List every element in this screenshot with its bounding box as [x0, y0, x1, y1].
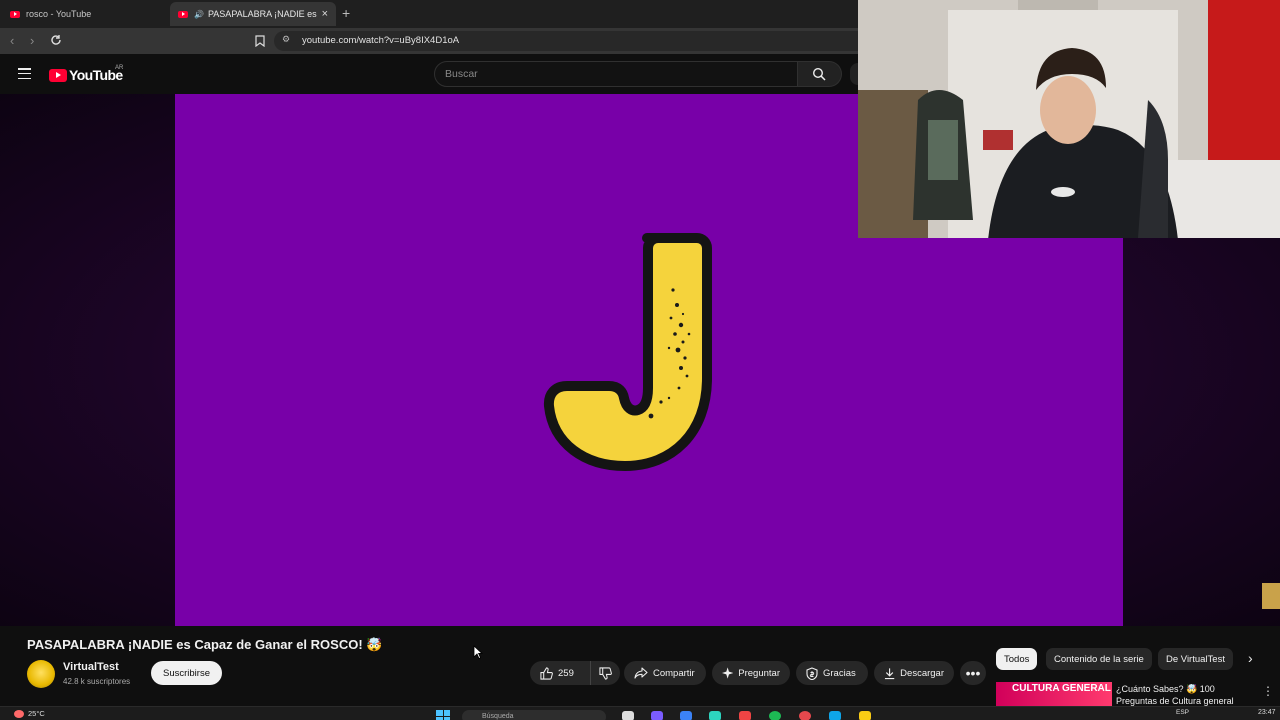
tab-title: rosco - YouTube: [26, 9, 92, 19]
youtube-masthead: YouTube AR Buscar: [0, 54, 858, 94]
thumbs-up-icon: [540, 666, 553, 680]
super-thanks-icon: [806, 666, 818, 680]
site-info-icon[interactable]: ⚙: [282, 34, 290, 45]
youtube-favicon-icon: [178, 10, 188, 18]
recommended-video-thumbnail[interactable]: CULTURA GENERAL: [996, 682, 1112, 706]
forward-arrow-icon[interactable]: ›: [30, 33, 34, 48]
download-button[interactable]: Descargar: [874, 661, 954, 685]
clock[interactable]: 23:47: [1258, 709, 1276, 716]
chip-all[interactable]: Todos: [996, 648, 1038, 670]
back-arrow-icon[interactable]: ‹: [10, 33, 14, 48]
video-title: PASAPALABRA ¡NADIE es Capaz de Ganar el …: [27, 637, 383, 652]
language-indicator[interactable]: ESP: [1176, 709, 1189, 716]
sparkle-icon: [722, 667, 734, 679]
like-count: 259: [558, 667, 574, 679]
taskbar-search-placeholder: Búsqueda: [482, 713, 514, 720]
weather-widget[interactable]: 25°C: [14, 709, 45, 718]
channel-avatar[interactable]: [27, 660, 55, 688]
recommended-video-menu-icon[interactable]: ⋮: [1262, 684, 1274, 698]
weather-icon: [14, 709, 24, 718]
thanks-button[interactable]: Gracias: [796, 661, 868, 685]
browser-tab-strip: rosco - YouTube 🔊 PASAPALABRA ¡NADIE es …: [0, 0, 858, 28]
address-bar[interactable]: ⚙ youtube.com/watch?v=uBy8IX4D1oA: [274, 31, 858, 51]
channel-name[interactable]: VirtualTest: [63, 661, 119, 673]
bookmark-icon[interactable]: [255, 35, 265, 47]
url-text: youtube.com/watch?v=uBy8IX4D1oA: [302, 35, 460, 46]
recommended-video-title[interactable]: ¿Cuánto Sabes? 🤯 100 Preguntas de Cultur…: [1116, 683, 1246, 707]
close-tab-icon[interactable]: ×: [322, 8, 328, 20]
app-icon[interactable]: [709, 711, 721, 720]
webcam-overlay: [858, 0, 1280, 238]
share-arrow-icon: [634, 667, 648, 679]
ask-label: Preguntar: [738, 667, 780, 679]
thumbs-down-icon: [599, 666, 612, 680]
chips-next-arrow-icon[interactable]: ›: [1248, 650, 1253, 666]
windows-taskbar: 25°C Búsqueda ESP 23:47: [0, 706, 1280, 720]
share-button[interactable]: Compartir: [624, 661, 706, 685]
app-icon[interactable]: [829, 711, 841, 720]
tab-title: PASAPALABRA ¡NADIE es Cap: [207, 9, 318, 19]
chip-series-content[interactable]: Contenido de la serie: [1046, 648, 1152, 670]
speaker-icon: 🔊: [194, 9, 204, 19]
new-tab-button[interactable]: +: [342, 5, 350, 21]
temperature: 25°C: [28, 709, 45, 718]
taskbar-search-input[interactable]: Búsqueda: [462, 710, 606, 720]
mouse-cursor-icon: [473, 645, 483, 659]
reload-icon[interactable]: [50, 34, 62, 46]
youtube-play-logo-icon: [49, 68, 67, 82]
task-view-icon[interactable]: [622, 711, 634, 720]
search-input[interactable]: Buscar: [434, 61, 798, 87]
thumbnail-text: CULTURA GENERAL: [1012, 683, 1111, 694]
app-icon[interactable]: [680, 711, 692, 720]
browser-tab-pasapalabra[interactable]: 🔊 PASAPALABRA ¡NADIE es Cap ×: [170, 2, 336, 26]
download-label: Descargar: [900, 667, 944, 679]
subscribe-button[interactable]: Suscribirse: [151, 661, 222, 685]
video-info-section: PASAPALABRA ¡NADIE es Capaz de Ganar el …: [0, 626, 1280, 706]
region-code: AR: [115, 65, 124, 71]
browser-toolbar: ‹ › ⚙ youtube.com/watch?v=uBy8IX4D1oA: [0, 28, 858, 54]
side-thumbnail-edge[interactable]: [1262, 583, 1280, 609]
search-button[interactable]: [798, 61, 842, 87]
voice-search-button[interactable]: [850, 63, 858, 85]
dislike-button[interactable]: [590, 661, 620, 685]
spotify-icon[interactable]: [769, 711, 781, 720]
youtube-favicon-icon: [10, 10, 20, 18]
search-icon: [812, 67, 826, 81]
thanks-label: Gracias: [823, 667, 856, 679]
chrome-icon[interactable]: [799, 711, 811, 720]
more-actions-button[interactable]: •••: [960, 661, 986, 685]
share-label: Compartir: [653, 667, 695, 679]
download-icon: [884, 667, 895, 679]
chip-from-channel[interactable]: De VirtualTest: [1158, 648, 1233, 670]
like-button[interactable]: 259: [530, 661, 590, 685]
youtube-logo[interactable]: YouTube: [49, 67, 123, 83]
app-icon[interactable]: [651, 711, 663, 720]
windows-start-icon[interactable]: [436, 710, 450, 720]
file-explorer-icon[interactable]: [859, 711, 871, 720]
letter-j-graphic: [543, 233, 712, 471]
ask-button[interactable]: Preguntar: [712, 661, 790, 685]
browser-tab-rosco[interactable]: rosco - YouTube: [2, 2, 168, 26]
webcam-streamer-image: [858, 0, 1280, 238]
app-icon[interactable]: [739, 711, 751, 720]
subscriber-count: 42.8 k suscriptores: [63, 677, 131, 686]
hamburger-menu-icon[interactable]: [18, 68, 31, 80]
search-placeholder: Buscar: [445, 68, 478, 80]
